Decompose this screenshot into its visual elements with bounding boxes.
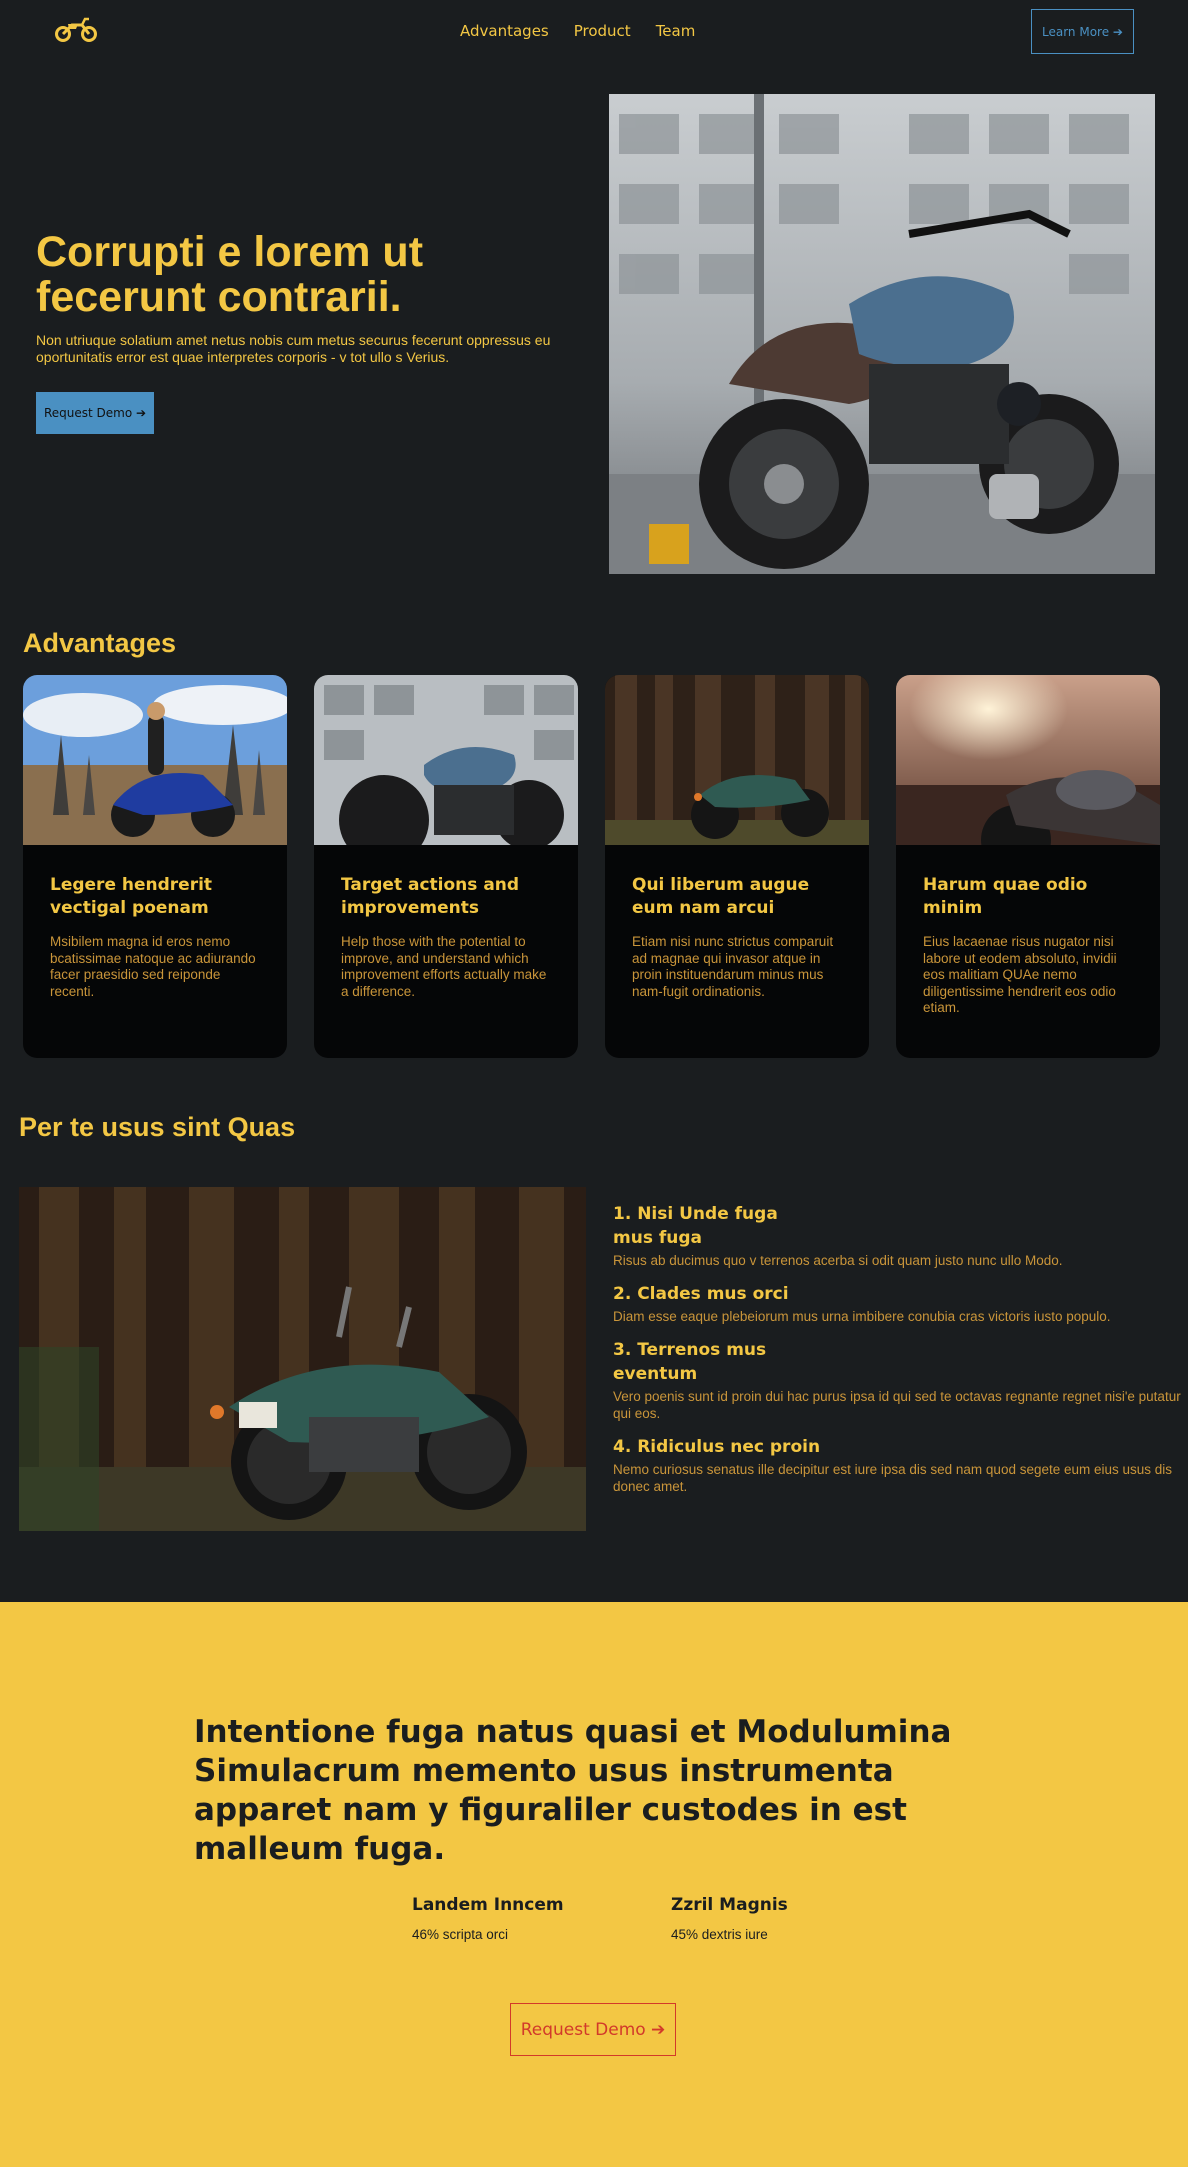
card-text: Help those with the potential to improve… <box>341 934 547 999</box>
advantage-cards: Legere hendrerit vectigal poenam Msibile… <box>23 675 1160 1058</box>
feature-text: Risus ab ducimus quo v terrenos acerba s… <box>613 1253 1063 1268</box>
feature-title: 3. Terrenos mus eventum <box>613 1340 767 1384</box>
advantage-card: Harum quae odio minim Eius lacaenae risu… <box>896 675 1160 1058</box>
advantage-card: Target actions and improvements Help tho… <box>314 675 578 1058</box>
cta-section: Intentione fuga natus quasi et Modulumin… <box>0 1602 1188 2167</box>
learn-more-button[interactable]: Learn More ➔ <box>1031 9 1134 54</box>
advantage-card: Qui liberum augue eum nam arcui Etiam ni… <box>605 675 869 1058</box>
card-image-cafe-racer <box>314 675 578 845</box>
card-image-sunset-cruiser <box>896 675 1160 845</box>
nav-links: Advantages Product Team <box>460 22 695 40</box>
card-text: Eius lacaenae risus nugator nisi labore … <box>923 934 1117 1015</box>
cta-request-demo-button[interactable]: Request Demo ➔ <box>510 2003 676 2056</box>
feature-item: 1. Nisi Unde fuga mus fuga <box>613 1202 813 1250</box>
stat-value: 45% dextris iure <box>671 1927 768 1942</box>
card-title: Qui liberum augue eum nam arcui <box>632 875 810 918</box>
nav-link-product[interactable]: Product <box>574 22 631 40</box>
card-title: Target actions and improvements <box>341 875 520 918</box>
card-title: Harum quae odio minim <box>923 875 1088 918</box>
nav-link-advantages[interactable]: Advantages <box>460 22 549 40</box>
feature-title: 4. Ridiculus nec proin <box>613 1437 821 1457</box>
stat-label: Landem Inncem <box>412 1895 564 1915</box>
landing-page: Advantages Product Team Learn More ➔ Cor… <box>0 0 1188 2167</box>
features-motorcycle-image <box>19 1187 586 1531</box>
feature-item: 4. Ridiculus nec proin <box>613 1435 1183 1459</box>
card-text: Msibilem magna id eros nemo bcatissimae … <box>50 934 256 999</box>
feature-item: 3. Terrenos mus eventum <box>613 1338 813 1386</box>
stat-item: Landem Inncem 46% scripta orci <box>412 1895 564 1942</box>
request-demo-button[interactable]: Request Demo ➔ <box>36 392 154 434</box>
feature-item: 2. Clades mus orci <box>613 1282 1183 1306</box>
feature-text: Nemo curiosus senatus ille decipitur est… <box>613 1462 1173 1494</box>
hero-motorcycle-image <box>609 94 1155 574</box>
card-image-green-bike-forest <box>605 675 869 845</box>
advantage-card: Legere hendrerit vectigal poenam Msibile… <box>23 675 287 1058</box>
feature-text: Vero poenis sunt id proin dui hac purus … <box>613 1389 1181 1421</box>
card-title: Legere hendrerit vectigal poenam <box>50 875 213 918</box>
feature-title: 1. Nisi Unde fuga mus fuga <box>613 1204 778 1248</box>
features-list: 1. Nisi Unde fuga mus fuga Risus ab duci… <box>613 1202 1183 1495</box>
stat-item: Zzril Magnis 45% dextris iure <box>671 1895 788 1942</box>
features-title: Per te usus sint Quas <box>19 1112 296 1142</box>
hero-description: Non utriuque solatium amet netus nobis c… <box>36 332 551 365</box>
feature-text: Diam esse eaque plebeiorum mus urna imbi… <box>613 1309 1111 1324</box>
hero-title: Corrupti e lorem ut fecerunt contrarii. <box>36 228 424 321</box>
nav-link-team[interactable]: Team <box>656 22 696 40</box>
motorcycle-icon[interactable] <box>54 15 98 43</box>
card-text: Etiam nisi nunc strictus comparuit ad ma… <box>632 934 834 999</box>
card-image-woman-sportbike <box>23 675 287 845</box>
stat-value: 46% scripta orci <box>412 1927 509 1942</box>
stat-label: Zzril Magnis <box>671 1895 788 1915</box>
advantages-title: Advantages <box>23 628 177 658</box>
top-nav: Advantages Product Team Learn More ➔ <box>0 0 1188 62</box>
cta-title: Intentione fuga natus quasi et Modulumin… <box>194 1714 952 1867</box>
feature-title: 2. Clades mus orci <box>613 1284 789 1304</box>
